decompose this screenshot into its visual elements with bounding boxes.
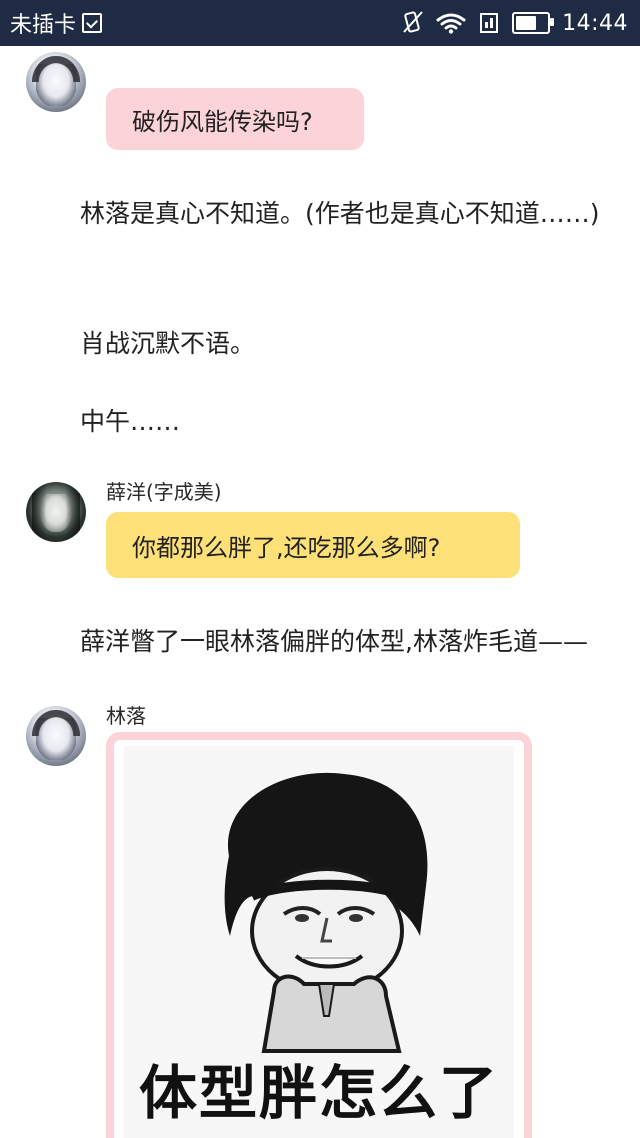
battery-fill — [516, 16, 537, 30]
status-left: 未插卡 — [10, 0, 103, 46]
sim-slot-icon — [478, 12, 500, 34]
avatar-xue-yang[interactable] — [26, 482, 86, 542]
avatar-lin-luo[interactable] — [26, 52, 86, 112]
sim-card-icon — [82, 13, 103, 33]
carrier-label: 未插卡 — [10, 13, 77, 38]
message-bubble[interactable]: 破伤风能传染吗? — [106, 88, 364, 150]
status-bar: 未插卡 14:44 — [0, 0, 640, 46]
avatar-lin-luo[interactable] — [26, 706, 86, 766]
message-bubble[interactable]: 你都那么胖了,还吃那么多啊? — [106, 512, 520, 578]
speaker-name: 薛洋(字成美) — [106, 480, 222, 504]
wifi-icon — [436, 12, 466, 34]
speaker-name: 林落 — [106, 704, 146, 728]
narration-paragraph: 林落是真心不知道。(作者也是真心不知道……) — [80, 199, 600, 228]
chat-content[interactable]: 破伤风能传染吗? 林落是真心不知道。(作者也是真心不知道……) 肖战沉默不语。 … — [0, 46, 640, 1138]
narration-paragraph: 肖战沉默不语。 — [80, 329, 256, 358]
message-text: 你都那么胖了,还吃那么多啊? — [132, 533, 441, 562]
sticker-caption: 体型胖怎么了 — [138, 1059, 499, 1127]
sticker-message[interactable]: 体型胖怎么了 — [106, 732, 532, 1138]
battery-icon — [512, 12, 555, 34]
narration-paragraph: 薛洋瞥了一眼林落偏胖的体型,林落炸毛道—— — [80, 627, 588, 656]
clock-time: 14:44 — [562, 10, 628, 36]
vibrate-icon — [402, 10, 424, 36]
message-text: 破伤风能传染吗? — [132, 107, 313, 136]
status-right: 14:44 — [402, 0, 628, 46]
sticker-image: 体型胖怎么了 — [124, 746, 514, 1138]
narration-paragraph: 中午…… — [80, 407, 181, 436]
